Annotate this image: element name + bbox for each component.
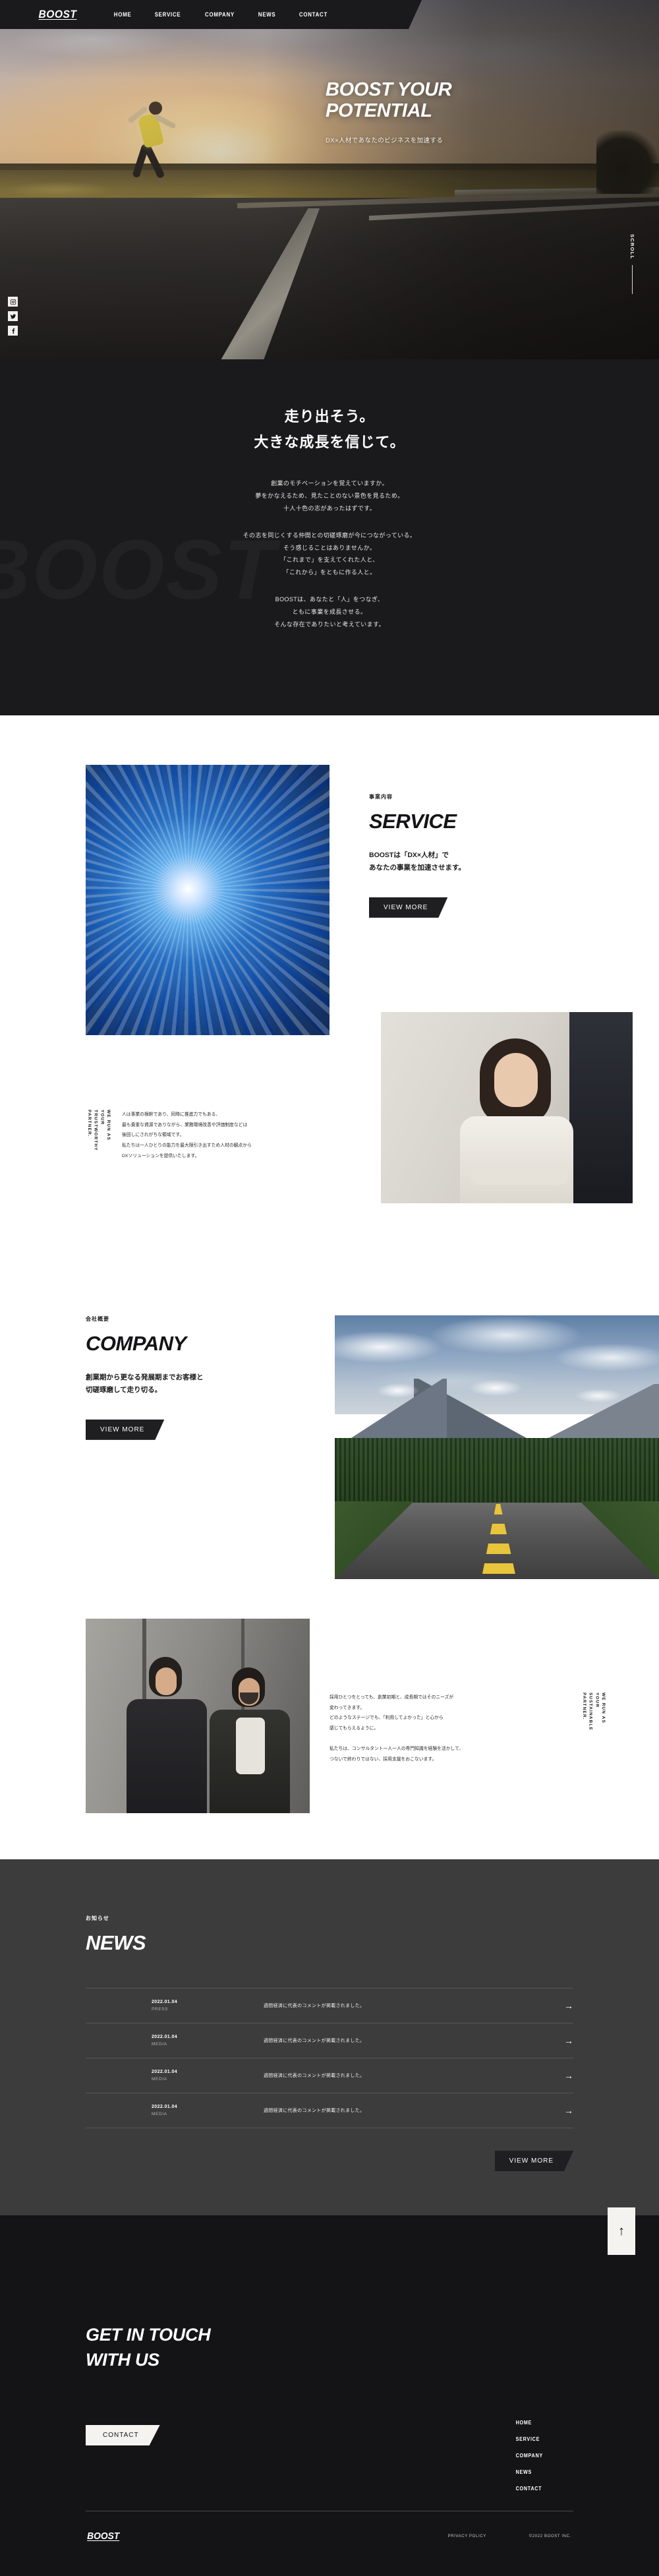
hero-vignette: [0, 0, 659, 359]
service-section: 事業内容 SERVICE BOOSTは「DX×人材」で あなたの事業を加速させま…: [0, 715, 659, 1249]
service-text-block: WE RUN AS YOUR TRUSTWORTHY PARTNER. 人は事業…: [86, 1110, 330, 1161]
footer-nav-item-news[interactable]: NEWS: [516, 2469, 571, 2475]
company-view-more-button[interactable]: VIEW MORE: [86, 1420, 164, 1440]
site-footer: ↑ GET IN TOUCH WITH US CONTACT HOME SERV…: [0, 2207, 659, 2576]
news-item-category: MEDIA: [152, 2077, 167, 2082]
news-item-category: MEDIA: [152, 2112, 167, 2116]
news-item-date: 2022.01.04: [152, 2035, 178, 2039]
news-item-text: 週間経済に代表のコメントが掲載されました。: [264, 2109, 365, 2113]
hero-title-line2: POTENTIAL: [326, 100, 432, 122]
hero-subtitle: DX×人材であなたのビジネスを加速する: [326, 136, 444, 144]
service-label: 事業内容: [369, 794, 393, 800]
hero-section: BOOST YOUR POTENTIAL DX×人材であなたのビジネスを加速する…: [0, 0, 659, 359]
footer-nav-item-company[interactable]: COMPANY: [516, 2453, 571, 2459]
news-item-category: MEDIA: [152, 2042, 167, 2047]
hero-title: BOOST YOUR POTENTIAL: [326, 79, 609, 122]
footer-logo[interactable]: BOOST: [87, 2531, 119, 2542]
news-item-date: 2022.01.04: [152, 2105, 178, 2109]
company-label: 会社概要: [86, 1316, 109, 1322]
message-paragraph-1: 創業のモチベーションを覚えていますか。 夢をかなえるため、見たことのない景色を見…: [255, 480, 404, 512]
service-tunnel-image: [86, 765, 330, 1035]
news-list-item[interactable]: 2022.01.04 MEDIA 週間経済に代表のコメントが掲載されました。 →: [86, 2058, 573, 2093]
company-body-text: 採用ひとつをとっても、創業初期と、成長期ではそのニーズが 変わってきます。 どの…: [330, 1695, 464, 1762]
service-body-text: 人は事業の根幹であり、同時に推進力でもある、 最も貴重な資源でありながら、業務環…: [122, 1112, 252, 1158]
service-person-image: [381, 1012, 633, 1203]
footer-nav-item-contact[interactable]: CONTACT: [516, 2486, 571, 2492]
news-section: お知らせ NEWS 2022.01.04 PRESS 週間経済に代表のコメントが…: [0, 1859, 659, 2215]
footer-copyright: ©2022 BOOST INC.: [529, 2534, 572, 2538]
hero-background-image: [0, 0, 659, 359]
social-link-instagram[interactable]: [8, 297, 18, 307]
company-title: COMPANY: [86, 1332, 186, 1355]
news-title: NEWS: [86, 1931, 146, 1954]
nav-item-contact[interactable]: CONTACT: [299, 11, 328, 18]
arrow-right-icon: →: [564, 2000, 573, 2011]
news-item-text: 週間経済に代表のコメントが掲載されました。: [264, 2004, 365, 2008]
footer-nav-item-service[interactable]: SERVICE: [516, 2436, 571, 2442]
message-heading-line2: 大きな成長を信じて。: [254, 433, 405, 450]
message-body: 創業のモチベーションを覚えていますか。 夢をかなえるため、見たことのない景色を見…: [0, 477, 659, 631]
arrow-up-icon: ↑: [618, 2224, 625, 2238]
site-header: BOOST HOME SERVICE COMPANY NEWS CONTACT: [0, 0, 659, 29]
company-section: 会社概要 COMPANY 創業期から更なる発展期までお客様と 切磋琢磨して走り切…: [0, 1249, 659, 1859]
social-links: [8, 297, 18, 336]
service-copy: 事業内容 SERVICE BOOSTは「DX×人材」で あなたの事業を加速させま…: [369, 793, 633, 918]
footer-privacy-policy-link[interactable]: PRIVACY POLICY: [447, 2534, 486, 2538]
company-team-image: [86, 1619, 310, 1813]
social-link-twitter[interactable]: [8, 311, 18, 321]
footer-title: GET IN TOUCH WITH US: [86, 2322, 211, 2373]
nav-item-news[interactable]: NEWS: [258, 11, 276, 18]
news-list-item[interactable]: 2022.01.04 MEDIA 週間経済に代表のコメントが掲載されました。 →: [86, 2023, 573, 2058]
scroll-line: [632, 264, 633, 294]
news-list-item[interactable]: 2022.01.04 PRESS 週間経済に代表のコメントが掲載されました。 →: [86, 1989, 573, 2023]
news-list-item[interactable]: 2022.01.04 MEDIA 週間経済に代表のコメントが掲載されました。 →: [86, 2093, 573, 2128]
service-view-more-button[interactable]: VIEW MORE: [369, 897, 447, 918]
company-lead: 創業期から更なる発展期までお客様と 切磋琢磨して走り切る。: [86, 1373, 204, 1394]
nav-item-home[interactable]: HOME: [114, 11, 132, 18]
instagram-icon: [10, 299, 16, 305]
hero-copy: BOOST YOUR POTENTIAL DX×人材であなたのビジネスを加速する: [326, 79, 609, 144]
news-label: お知らせ: [86, 1915, 109, 1921]
service-vertical-label: WE RUN AS YOUR TRUSTWORTHY PARTNER.: [86, 1110, 111, 1151]
arrow-right-icon: →: [564, 2070, 573, 2081]
company-text-block: 採用ひとつをとっても、創業初期と、成長期ではそのニーズが 変わってきます。 どの…: [330, 1692, 606, 1764]
company-copy: 会社概要 COMPANY 創業期から更なる発展期までお客様と 切磋琢磨して走り切…: [86, 1315, 336, 1440]
scroll-indicator: SCROLL: [629, 234, 635, 294]
scroll-label: SCROLL: [629, 234, 635, 260]
nav-item-service[interactable]: SERVICE: [155, 11, 181, 18]
footer-title-line1: GET IN TOUCH: [86, 2325, 211, 2345]
message-paragraph-2: その志を同じくする仲間との切磋琢磨が今につながっている。 そう感じることはありま…: [243, 531, 416, 576]
nav-item-company[interactable]: COMPANY: [205, 11, 235, 18]
service-lead: BOOSTは「DX×人材」で あなたの事業を加速させます。: [369, 851, 465, 872]
message-heading-line1: 走り出そう。: [284, 408, 375, 425]
footer-title-line2: WITH US: [86, 2350, 159, 2370]
news-list: 2022.01.04 PRESS 週間経済に代表のコメントが掲載されました。 →…: [86, 1988, 573, 2128]
message-paragraph-3: BOOSTは、あなたと「人」をつなぎ、 ともに事業を成長させる。 そんな存在であ…: [274, 596, 385, 628]
news-item-category: PRESS: [152, 2007, 169, 2012]
news-view-more-button[interactable]: VIEW MORE: [495, 2151, 573, 2171]
site-logo[interactable]: BOOST: [39, 8, 77, 21]
service-title: SERVICE: [369, 810, 457, 833]
news-item-date: 2022.01.04: [152, 2000, 178, 2004]
footer-contact-button[interactable]: CONTACT: [86, 2425, 160, 2445]
news-item-date: 2022.01.04: [152, 2070, 178, 2074]
twitter-icon: [10, 314, 16, 318]
company-vertical-label: WE RUN AS YOUR SUSTAINABLE PARTNER.: [581, 1692, 606, 1731]
footer-nav-item-home[interactable]: HOME: [516, 2420, 571, 2426]
message-section: BOOST 走り出そう。 大きな成長を信じて。 創業のモチベーションを覚えていま…: [0, 359, 659, 715]
social-link-facebook[interactable]: [8, 326, 18, 336]
main-navigation: HOME SERVICE COMPANY NEWS CONTACT: [113, 11, 330, 18]
news-item-text: 週間経済に代表のコメントが掲載されました。: [264, 2039, 365, 2043]
news-item-text: 週間経済に代表のコメントが掲載されました。: [264, 2074, 365, 2078]
facebook-icon: [11, 328, 14, 334]
back-to-top-button[interactable]: ↑: [608, 2207, 635, 2255]
company-mountain-road-image: [335, 1315, 659, 1579]
arrow-right-icon: →: [564, 2105, 573, 2116]
footer-navigation: HOME SERVICE COMPANY NEWS CONTACT: [513, 2420, 573, 2492]
arrow-right-icon: →: [564, 2035, 573, 2046]
hero-title-line1: BOOST YOUR: [326, 79, 452, 100]
message-heading: 走り出そう。 大きな成長を信じて。: [0, 404, 659, 455]
